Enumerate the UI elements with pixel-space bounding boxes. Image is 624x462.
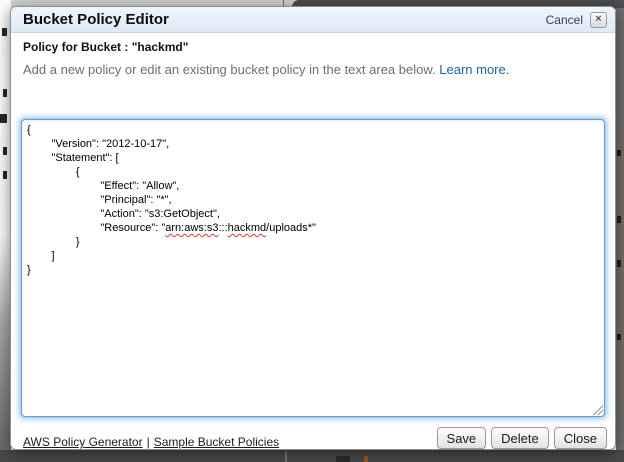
dialog-description: Add a new policy or edit an existing buc… (23, 62, 509, 77)
dialog-title: Bucket Policy Editor (23, 11, 546, 28)
description-text: Add a new policy or edit an existing buc… (23, 62, 436, 77)
close-button[interactable]: × (590, 12, 607, 28)
textarea-resize-handle[interactable] (593, 405, 603, 415)
policy-textarea[interactable]: { "Version": "2012-10-17", "Statement": … (21, 119, 605, 417)
close-icon: × (595, 14, 601, 25)
cancel-link[interactable]: Cancel (546, 13, 583, 27)
background-right-strip (616, 8, 624, 452)
link-separator: | (147, 435, 150, 449)
dialog-header: Bucket Policy Editor Cancel × (11, 7, 615, 33)
save-button[interactable]: Save (437, 427, 487, 449)
learn-more-link[interactable]: Learn more. (439, 62, 509, 77)
background-text-fragment (336, 456, 350, 462)
background-bottom-divider (285, 451, 287, 462)
background-bottom-strip (0, 450, 624, 462)
footer-buttons: Save Delete Close (437, 427, 607, 449)
sample-bucket-policies-link[interactable]: Sample Bucket Policies (154, 435, 279, 449)
aws-policy-generator-link[interactable]: AWS Policy Generator (23, 435, 143, 449)
background-text-fragment (364, 456, 368, 462)
footer-links: AWS Policy Generator | Sample Bucket Polic… (23, 435, 279, 449)
close-dialog-button[interactable]: Close (554, 427, 607, 449)
bucket-policy-heading: Policy for Bucket : "hackmd" (23, 40, 188, 54)
bucket-policy-editor-dialog: Bucket Policy Editor Cancel × Policy for… (10, 6, 616, 450)
delete-button[interactable]: Delete (491, 427, 549, 449)
